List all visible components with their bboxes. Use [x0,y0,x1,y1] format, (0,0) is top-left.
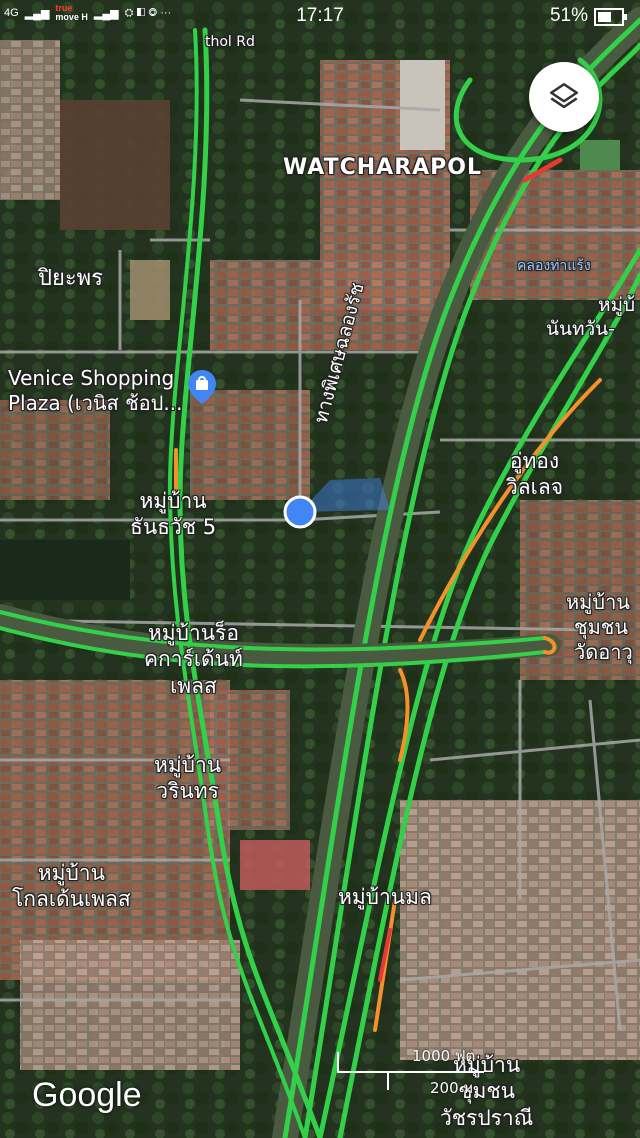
area-label-mon[interactable]: หมู่บ้านมล [338,884,432,910]
battery-percent: 51% [549,5,588,26]
scale-meters: 200 ม. [430,1079,479,1097]
battery-icon [594,8,627,26]
area-label-thanarat[interactable]: หมู่บ้าน ธันธวัช 5 [130,488,216,541]
clock: 17:17 [296,5,344,26]
area-label-golden-place[interactable]: หมู่บ้าน โกลเด้นเพลส [12,860,131,913]
status-bar: 4G ▂▄▆ true move H ▂▄▆ ⛭ ◧ ◎ ··· 17:17 5… [0,0,640,34]
scale-feet: 1000 ฟุต [412,1047,476,1065]
google-logo: Google [32,1076,142,1114]
road-label: thol Rd [205,34,255,50]
area-label-warin[interactable]: หมู่บ้าน วรินทร [154,752,221,805]
poi-venice-name[interactable]: Venice Shopping Plaza (เวนิส ช้อป... [8,366,182,416]
current-location-dot [283,495,317,529]
map-scale: 1000 ฟุต 200 ม. [336,1040,486,1100]
area-label-uthong[interactable]: อู่ทอง วิลเลจ [506,448,563,501]
canal-label: คลองท่าแร้ง [517,258,591,274]
layers-icon [549,82,579,109]
shopping-pin-icon[interactable] [188,370,216,404]
map-layers-button[interactable] [529,62,599,132]
area-label-chumchon-wat[interactable]: หมู่บ้าน ชุมชน วัดอาวุ [566,590,633,665]
area-label-piyaporn[interactable]: ปิยะพร [38,265,103,293]
area-label-rock-garden[interactable]: หมู่บ้านร็อ คการ์เด้นท์ เพลส [144,620,243,699]
area-label-watcharapol[interactable]: WATCHARAPOL [283,154,482,182]
area-label-nantawan[interactable]: หมู่บ้ นันทวัน- [546,294,635,342]
